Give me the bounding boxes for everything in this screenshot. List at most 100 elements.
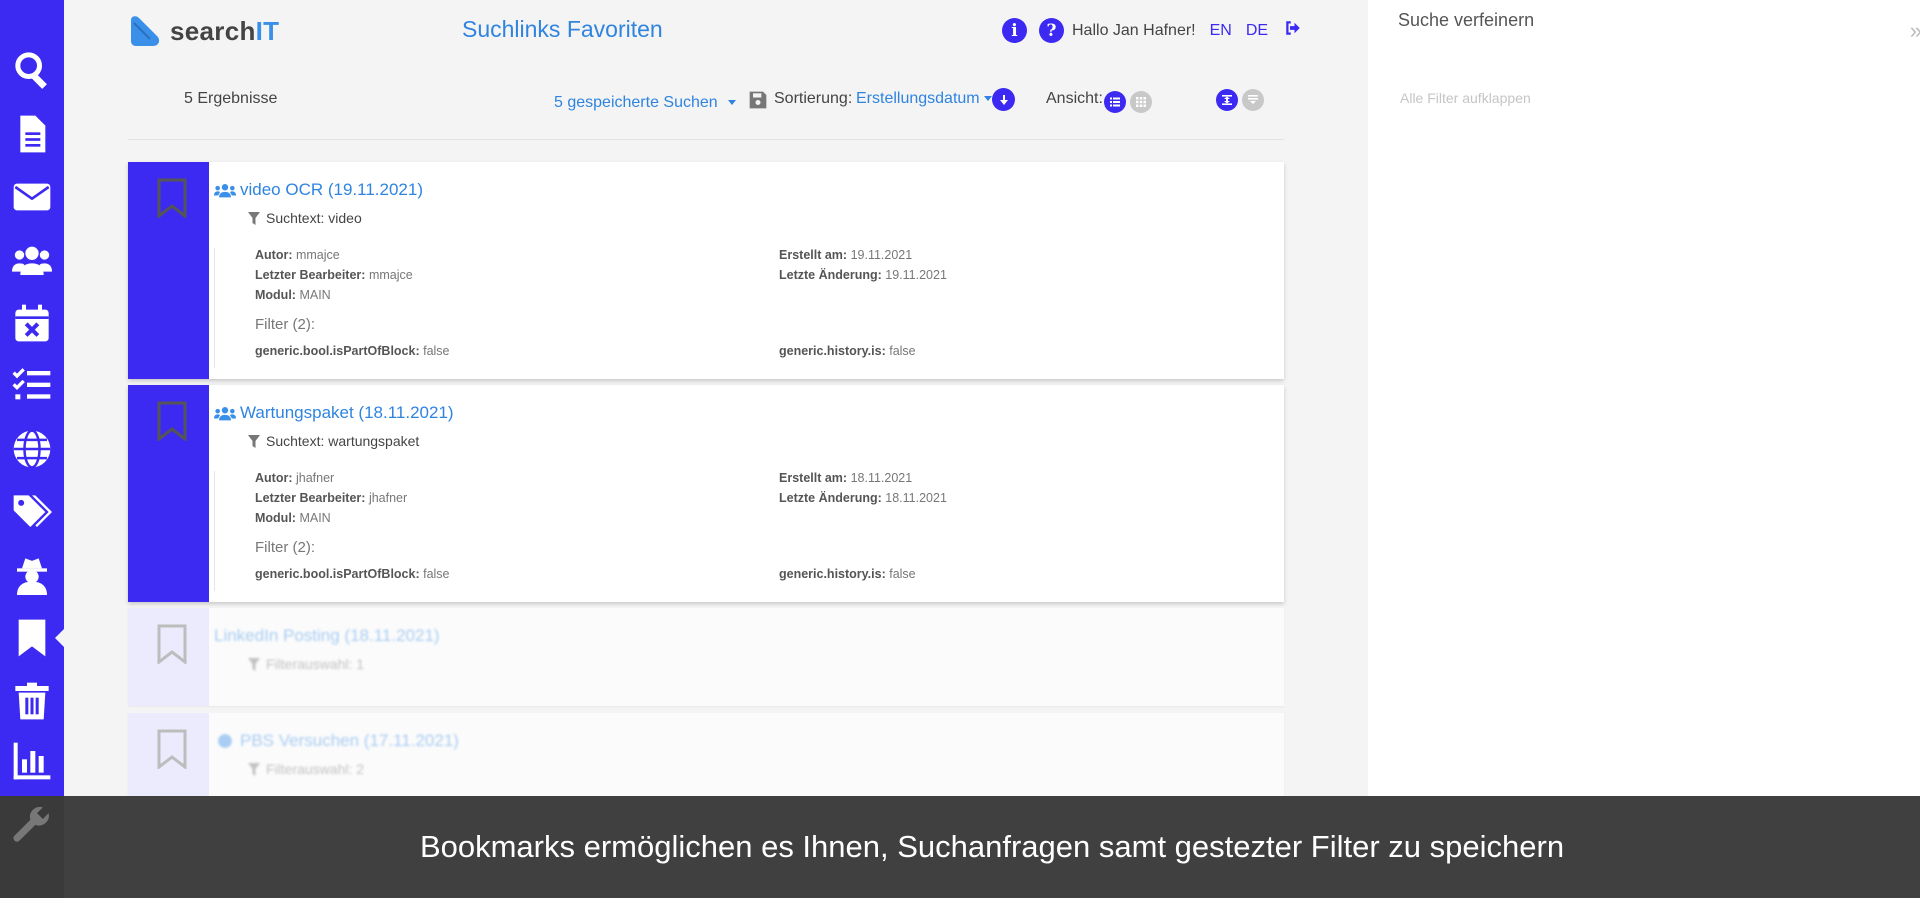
bookmark-outline-icon: [157, 729, 187, 769]
lang-en-link[interactable]: EN: [1210, 22, 1232, 40]
filter-item: generic.history.is: false: [779, 567, 916, 581]
expand-all-button[interactable]: [1216, 89, 1238, 111]
bookmark-subtitle: Filterauswahl: 1: [248, 656, 364, 672]
tutorial-caption: Bookmarks ermöglichen es Ihnen, Suchanfr…: [64, 796, 1920, 898]
view-label: Ansicht:: [1046, 90, 1103, 107]
bookmark-card: Wartungspaket (18.11.2021) Suchtext: war…: [128, 385, 1284, 602]
users-icon: [214, 407, 236, 421]
meta-changed: Letzte Änderung: 18.11.2021: [779, 491, 947, 505]
globe-icon: [218, 734, 232, 748]
sort-label: Sortierung:: [774, 90, 853, 107]
filter-count: Filterauswahl: 1: [266, 656, 365, 672]
filter-item: generic.history.is: false: [779, 344, 916, 358]
bookmark-metadata: Autor: jhafner Letzter Bearbeiter: jhafn…: [214, 471, 1264, 591]
bookmark-subtitle: Suchtext: wartungspaket: [248, 433, 419, 449]
meta-created: Erstellt am: 19.11.2021: [779, 248, 913, 262]
bookmark-title-link[interactable]: video OCR (19.11.2021): [214, 180, 423, 200]
chevron-down-icon: [727, 100, 736, 105]
logout-button[interactable]: [1284, 19, 1302, 42]
wrench-icon: [13, 806, 49, 842]
sidebar-item-search[interactable]: [0, 38, 64, 100]
sort-dropdown[interactable]: Erstellungsdatum: [856, 90, 992, 108]
bookmark-title-link[interactable]: Wartungspaket (18.11.2021): [214, 403, 454, 423]
card-accent-bar[interactable]: [128, 162, 209, 379]
view-list-button[interactable]: [1104, 91, 1126, 113]
envelope-icon: [13, 183, 51, 211]
view-grid-button[interactable]: [1130, 91, 1152, 113]
bookmark-title-link[interactable]: LinkedIn Posting (18.11.2021): [214, 626, 440, 646]
sidebar-item-settings[interactable]: [0, 796, 64, 898]
bookmark-title-link[interactable]: PBS Versuchen (17.11.2021): [214, 731, 459, 751]
info-icon[interactable]: i: [1002, 18, 1027, 43]
sidebar-item-statistics[interactable]: [0, 730, 64, 792]
sidebar-item-trash[interactable]: [0, 670, 64, 732]
meta-author: Autor: mmajce: [255, 248, 340, 262]
collapse-icon: [1248, 95, 1258, 104]
bookmark-outline-icon: [157, 401, 187, 441]
saved-searches-dropdown[interactable]: 5 gespeicherte Suchen: [554, 90, 768, 115]
expand-all-filters-link[interactable]: Alle Filter aufklappen: [1400, 90, 1531, 106]
meta-editor: Letzter Bearbeiter: jhafner: [255, 491, 408, 505]
logo-icon: [131, 16, 160, 46]
bookmark-card: video OCR (19.11.2021) Suchtext: video A…: [128, 162, 1284, 379]
saved-searches-label: 5 gespeicherte Suchen: [554, 93, 718, 111]
meta-changed: Letzte Änderung: 19.11.2021: [779, 268, 947, 282]
users-icon: [12, 246, 52, 275]
filter-count: Filterauswahl: 2: [266, 761, 365, 777]
filter-item: generic.bool.isPartOfBlock: false: [255, 344, 450, 358]
sidebar-item-users[interactable]: [0, 229, 64, 291]
bookmark-icon: [18, 619, 46, 657]
sidebar-item-tags[interactable]: [0, 481, 64, 543]
globe-icon: [13, 429, 51, 469]
app-logo[interactable]: searchIT: [128, 14, 279, 48]
filter-header: Filter (2):: [255, 316, 315, 333]
floppy-disk-icon: [749, 91, 767, 109]
help-icon[interactable]: ?: [1039, 18, 1064, 43]
grid-icon: [1136, 97, 1146, 107]
list-icon: [1110, 97, 1120, 107]
collapse-all-button[interactable]: [1242, 89, 1264, 111]
filter-icon: [248, 762, 260, 776]
bookmark-title: Wartungspaket (18.11.2021): [240, 403, 454, 422]
users-icon: [214, 184, 236, 198]
sidebar-item-calendar[interactable]: [0, 292, 64, 354]
bookmark-card: LinkedIn Posting (18.11.2021) Filterausw…: [128, 608, 1284, 706]
filter-icon: [248, 211, 260, 225]
expand-icon: [1222, 95, 1232, 105]
meta-module: Modul: MAIN: [255, 511, 331, 525]
save-search-button[interactable]: [742, 90, 768, 115]
results-toolbar: 5 Ergebnisse 5 gespeicherte Suchen Sorti…: [128, 76, 1284, 140]
sort-value: Erstellungsdatum: [856, 90, 980, 107]
sidebar-item-tasks[interactable]: [0, 355, 64, 417]
sidebar-item-agent[interactable]: [0, 544, 64, 606]
search-text: Suchtext: wartungspaket: [266, 433, 420, 449]
bookmark-title: PBS Versuchen (17.11.2021): [240, 731, 459, 750]
search-icon: [15, 52, 47, 89]
trash-icon: [15, 682, 49, 720]
logout-icon: [1286, 21, 1300, 35]
bookmark-outline-icon: [157, 624, 187, 664]
header-actions: i ? Hallo Jan Hafner! EN DE: [1002, 18, 1302, 43]
bookmark-subtitle: Filterauswahl: 2: [248, 761, 364, 777]
page-title: Suchlinks Favoriten: [462, 16, 663, 42]
card-accent-bar[interactable]: [128, 608, 209, 706]
lang-de-link[interactable]: DE: [1246, 22, 1268, 40]
calendar-x-icon: [15, 304, 49, 342]
bookmark-metadata: Autor: mmajce Letzter Bearbeiter: mmajce…: [214, 248, 1264, 368]
card-accent-bar[interactable]: [128, 385, 209, 602]
sort-direction-button[interactable]: [992, 88, 1015, 111]
checklist-icon: [12, 368, 51, 400]
panel-title: Suche verfeinern: [1398, 10, 1535, 30]
sidebar-item-mail[interactable]: [0, 166, 64, 228]
sidebar-item-bookmarks[interactable]: [0, 607, 64, 669]
tags-icon: [13, 495, 52, 527]
sidebar-item-documents[interactable]: [0, 103, 64, 165]
filter-item: generic.bool.isPartOfBlock: false: [255, 567, 450, 581]
meta-editor: Letzter Bearbeiter: mmajce: [255, 268, 413, 282]
bookmark-subtitle: Suchtext: video: [248, 210, 362, 226]
bookmark-title: LinkedIn Posting (18.11.2021): [214, 626, 440, 645]
sidebar-item-web[interactable]: [0, 418, 64, 480]
collapse-panel-icon[interactable]: »: [1910, 18, 1920, 44]
bookmark-title: video OCR (19.11.2021): [240, 180, 424, 199]
meta-created: Erstellt am: 18.11.2021: [779, 471, 913, 485]
